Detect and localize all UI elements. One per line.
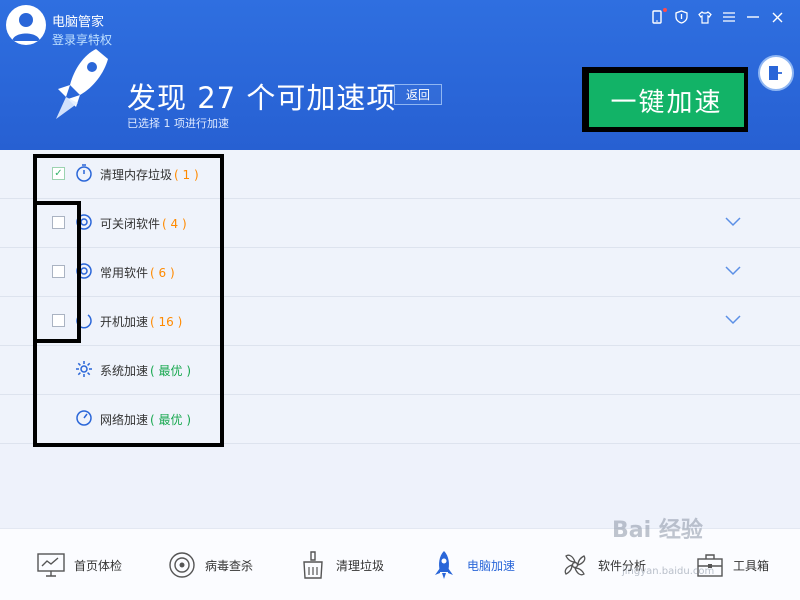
item-count: ( 1 ): [174, 168, 199, 182]
notification-dot: [663, 8, 667, 12]
item-label: 系统加速: [100, 364, 149, 378]
item-count: ( 6 ): [150, 266, 175, 280]
nav-label: 首页体检: [74, 558, 123, 573]
gear-icon: [76, 361, 92, 377]
avatar[interactable]: [6, 5, 46, 45]
nav-label: 工具箱: [733, 558, 770, 573]
list-item[interactable]: 常用软件( 6 ): [0, 248, 800, 297]
acceleration-list: ✓ 清理内存垃圾( 1 ) 可关闭软件( 4 ) 常用软件( 6 ) 开机加速(…: [0, 150, 800, 444]
list-item[interactable]: ✓ 清理内存垃圾( 1 ): [0, 150, 800, 199]
app-icon: [76, 263, 92, 279]
one-click-accelerate-button[interactable]: 一键加速: [589, 73, 744, 127]
shield-button[interactable]: [672, 8, 690, 26]
network-speed-icon: [76, 410, 92, 426]
page-title: 发现 27 个可加速项: [127, 81, 397, 115]
close-icon: [772, 12, 782, 22]
rocket-icon: [56, 49, 108, 119]
list-item[interactable]: 可关闭软件( 4 ): [0, 199, 800, 248]
item-label: 可关闭软件: [100, 217, 161, 231]
minimize-button[interactable]: [744, 8, 762, 26]
item-count: ( 16 ): [150, 315, 183, 329]
watermark: Bai 经验: [612, 518, 703, 543]
broom-icon: [303, 551, 323, 579]
nav-home-checkup[interactable]: 首页体检: [36, 549, 122, 581]
nav-label: 电脑加速: [467, 558, 516, 573]
virus-scan-icon: [169, 552, 195, 578]
minimize-icon: [747, 16, 759, 18]
menu-button[interactable]: [720, 8, 738, 26]
nav-label: 病毒查杀: [205, 558, 254, 573]
menu-icon: [723, 12, 735, 22]
rocket-icon: [435, 551, 453, 579]
fan-icon: [564, 554, 586, 576]
item-label: 清理内存垃圾: [100, 168, 173, 182]
shield-icon: [674, 10, 688, 24]
nav-clean-junk[interactable]: 清理垃圾: [298, 549, 384, 581]
close-button[interactable]: [768, 8, 786, 26]
monitor-icon: [37, 553, 65, 577]
watermark-url: jingyan.baidu.com: [622, 566, 715, 577]
list-item: 网络加速( 最优 ): [0, 395, 800, 444]
item-label: 开机加速: [100, 315, 149, 329]
shirt-icon: [698, 10, 712, 24]
skin-button[interactable]: [696, 8, 714, 26]
item-label: 常用软件: [100, 266, 149, 280]
item-status: ( 最优 ): [150, 413, 192, 427]
stopwatch-icon: [76, 164, 92, 182]
exit-button[interactable]: [758, 55, 794, 91]
item-count: ( 4 ): [162, 217, 187, 231]
user-icon: [12, 13, 40, 41]
window-controls: [648, 8, 786, 26]
chevron-down-icon[interactable]: [724, 264, 742, 278]
back-button[interactable]: 返回: [394, 84, 442, 105]
app-icon: [76, 214, 92, 230]
phone-button[interactable]: [648, 8, 667, 26]
nav-virus-scan[interactable]: 病毒查杀: [167, 549, 253, 581]
header: 电脑管家 登录享特权 发现 27 个可加速项 返回 已选择 1 项进行加速 一键…: [0, 0, 800, 150]
nav-label: 清理垃圾: [336, 558, 385, 573]
item-checkbox[interactable]: [52, 216, 65, 229]
list-item: 系统加速( 最优 ): [0, 346, 800, 395]
list-item[interactable]: 开机加速( 16 ): [0, 297, 800, 346]
exit-icon: [769, 66, 782, 80]
nav-pc-accelerate[interactable]: 电脑加速: [429, 549, 515, 581]
item-label: 网络加速: [100, 413, 149, 427]
chevron-down-icon[interactable]: [724, 215, 742, 229]
app-title: 电脑管家: [52, 15, 105, 30]
item-status: ( 最优 ): [150, 364, 192, 378]
chevron-down-icon[interactable]: [724, 313, 742, 327]
item-checkbox[interactable]: [52, 265, 65, 278]
item-checkbox[interactable]: ✓: [52, 167, 65, 180]
selection-status: 已选择 1 项进行加速: [127, 117, 229, 130]
power-icon: [76, 314, 92, 329]
item-checkbox[interactable]: [52, 314, 65, 327]
phone-icon: [652, 10, 662, 24]
